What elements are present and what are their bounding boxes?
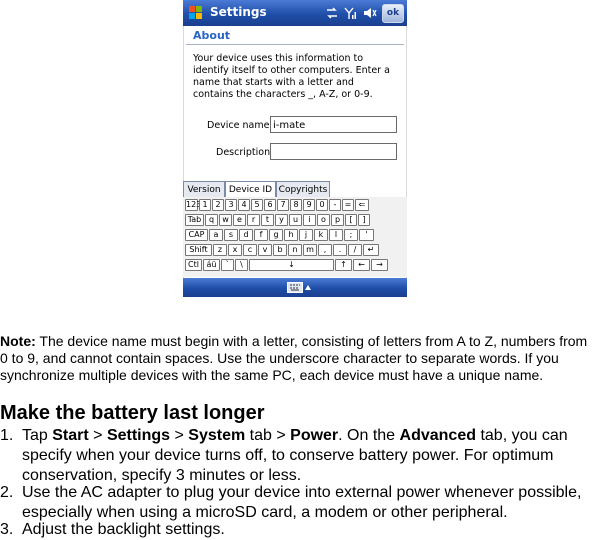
- info-text: Your device uses this information to ide…: [193, 53, 390, 100]
- device-name-input[interactable]: i-mate: [270, 116, 397, 133]
- keyboard-key[interactable]: f: [254, 229, 268, 241]
- keyboard-key[interactable]: [: [345, 214, 357, 226]
- keyboard-key[interactable]: u: [289, 214, 302, 226]
- keyboard-key[interactable]: k: [314, 229, 328, 241]
- keyboard-key[interactable]: q: [205, 214, 218, 226]
- description-input[interactable]: [270, 143, 397, 160]
- note-label: Note:: [0, 333, 36, 349]
- keyboard-key[interactable]: l: [329, 229, 343, 241]
- keyboard-key[interactable]: o: [317, 214, 330, 226]
- keyboard-key[interactable]: x: [228, 244, 242, 256]
- keyboard-key[interactable]: Shift: [185, 244, 212, 256]
- keyboard-key[interactable]: 8: [290, 199, 302, 211]
- keyboard-key[interactable]: t: [261, 214, 274, 226]
- title-bar: Settings ok: [183, 0, 407, 26]
- keyboard-key[interactable]: p: [331, 214, 344, 226]
- keyboard-key[interactable]: 3: [225, 199, 237, 211]
- keyboard-key[interactable]: \: [235, 259, 248, 271]
- keyboard-key[interactable]: i: [303, 214, 316, 226]
- keyboard-key[interactable]: r: [247, 214, 260, 226]
- soft-keyboard: 123 1 2 3 4 5 6 7 8 9 0- = ⇐ Tab q w e r t y u i o p[] CAP a s d f g h…: [183, 197, 407, 277]
- section-title: About: [193, 29, 231, 42]
- keyboard-key[interactable]: c: [243, 244, 257, 256]
- window-title: Settings: [210, 5, 267, 19]
- keyboard-key[interactable]: m: [303, 244, 317, 256]
- tab-device-id[interactable]: Device ID: [225, 181, 276, 198]
- keyboard-key[interactable]: ↵: [363, 244, 379, 256]
- keyboard-key[interactable]: w: [219, 214, 232, 226]
- keyboard-key[interactable]: Tab: [185, 214, 204, 226]
- keyboard-key[interactable]: -: [329, 199, 341, 211]
- keyboard-key[interactable]: ⇐: [355, 199, 369, 211]
- keyboard-key[interactable]: b: [273, 244, 287, 256]
- keyboard-key[interactable]: 4: [238, 199, 250, 211]
- keyboard-key[interactable]: h: [284, 229, 298, 241]
- keyboard-key[interactable]: z: [213, 244, 227, 256]
- description-label: Description:: [216, 147, 274, 158]
- keyboard-key[interactable]: y: [275, 214, 288, 226]
- keyboard-key[interactable]: 1: [199, 199, 211, 211]
- section-divider: [186, 44, 404, 45]
- device-name-label: Device name:: [207, 120, 273, 131]
- keyboard-key[interactable]: ↓: [249, 259, 334, 271]
- device-screenshot: Settings ok About Your device uses this …: [183, 0, 407, 297]
- step-number: 1.: [0, 427, 14, 444]
- keyboard-key[interactable]: 9: [303, 199, 315, 211]
- keyboard-key[interactable]: e: [233, 214, 246, 226]
- tab-copyrights[interactable]: Copyrights: [276, 181, 330, 197]
- keyboard-key[interactable]: 7: [277, 199, 289, 211]
- keyboard-key[interactable]: ←: [353, 259, 370, 271]
- connectivity-icon[interactable]: [325, 6, 339, 20]
- tab-version[interactable]: Version: [183, 181, 225, 197]
- keyboard-key[interactable]: v: [258, 244, 272, 256]
- signal-icon[interactable]: [343, 6, 357, 20]
- keyboard-key[interactable]: `: [221, 259, 234, 271]
- step-text: Use the AC adapter to plug your device i…: [22, 484, 582, 521]
- keyboard-key[interactable]: ': [359, 229, 374, 241]
- keyboard-icon[interactable]: [287, 282, 303, 293]
- windows-start-icon[interactable]: [187, 4, 205, 22]
- keyboard-key[interactable]: 0: [316, 199, 328, 211]
- step-text: Tap Start > Settings > System tab > Powe…: [22, 427, 568, 484]
- note-paragraph: Note: The device name must begin with a …: [0, 333, 593, 384]
- keyboard-key[interactable]: 5: [251, 199, 263, 211]
- keyboard-key[interactable]: a: [209, 229, 223, 241]
- volume-icon[interactable]: [363, 6, 377, 20]
- keyboard-key[interactable]: /: [348, 244, 362, 256]
- note-text: The device name must begin with a letter…: [0, 333, 588, 383]
- keyboard-key[interactable]: Ctl: [185, 259, 202, 271]
- keyboard-key[interactable]: s: [224, 229, 238, 241]
- keyboard-key[interactable]: =: [342, 199, 354, 211]
- step-number: 3.: [0, 521, 14, 538]
- keyboard-key[interactable]: d: [239, 229, 253, 241]
- keyboard-key[interactable]: j: [299, 229, 313, 241]
- keyboard-key[interactable]: 6: [264, 199, 276, 211]
- tab-bar: Version Device ID Copyrights: [183, 181, 407, 198]
- section-heading: Make the battery last longer: [0, 402, 265, 424]
- step-text: Adjust the backlight settings.: [22, 521, 225, 538]
- keyboard-key[interactable]: ↑: [335, 259, 352, 271]
- menu-bar: [183, 278, 407, 297]
- keyboard-key[interactable]: 123: [185, 199, 201, 211]
- keyboard-key[interactable]: ;: [344, 229, 358, 241]
- keyboard-key[interactable]: ,: [318, 244, 332, 256]
- step-number: 2.: [0, 484, 14, 501]
- chevron-up-icon[interactable]: [305, 285, 311, 290]
- keyboard-key[interactable]: →: [371, 259, 388, 271]
- keyboard-key[interactable]: ]: [358, 214, 370, 226]
- keyboard-key[interactable]: n: [288, 244, 302, 256]
- keyboard-key[interactable]: CAP: [185, 229, 208, 241]
- keyboard-key[interactable]: áü: [203, 259, 220, 271]
- keyboard-key[interactable]: 2: [212, 199, 224, 211]
- ok-button[interactable]: ok: [382, 4, 404, 23]
- keyboard-key[interactable]: g: [269, 229, 283, 241]
- keyboard-key[interactable]: .: [333, 244, 347, 256]
